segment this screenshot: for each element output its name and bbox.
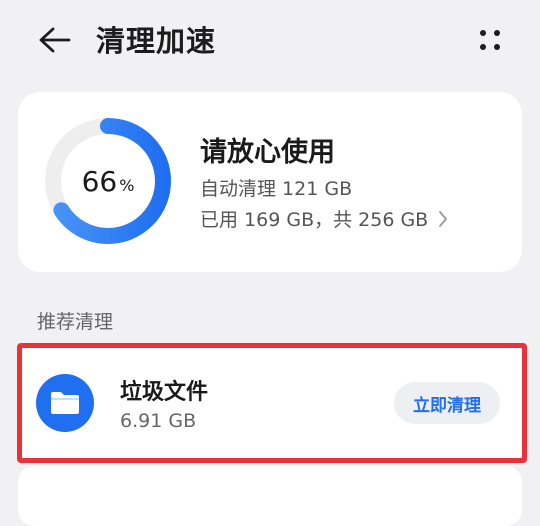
storage-summary-card: 66% 请放心使用 自动清理 121 GB 已用 169 GB，共 256 GB: [18, 92, 522, 272]
junk-files-title: 垃圾文件: [120, 380, 209, 405]
arrow-left-icon: [39, 27, 71, 53]
status-title: 请放心使用: [200, 137, 335, 168]
back-button[interactable]: [30, 20, 78, 60]
storage-usage-link[interactable]: 已用 169 GB，共 256 GB: [200, 205, 448, 232]
storage-ring: 66%: [45, 118, 171, 244]
folder-icon: [36, 374, 94, 432]
more-dots-icon: [480, 30, 500, 50]
chevron-right-icon: [438, 210, 448, 228]
section-label-recommend: 推荐清理: [37, 311, 114, 333]
auto-clean-text: 自动清理 121 GB: [200, 178, 353, 200]
storage-usage-text: 已用 169 GB，共 256 GB: [200, 209, 429, 231]
next-card: [18, 466, 522, 526]
page-title: 清理加速: [96, 24, 217, 58]
app-header: 清理加速: [0, 0, 540, 80]
list-item-junk-files[interactable]: 垃圾文件 6.91 GB 立即清理: [18, 344, 522, 458]
usage-percent-unit: %: [119, 175, 135, 195]
more-options-button[interactable]: [470, 20, 510, 60]
junk-files-size: 6.91 GB: [120, 410, 197, 432]
clean-now-button[interactable]: 立即清理: [394, 382, 500, 424]
usage-percent: 66: [81, 164, 118, 198]
